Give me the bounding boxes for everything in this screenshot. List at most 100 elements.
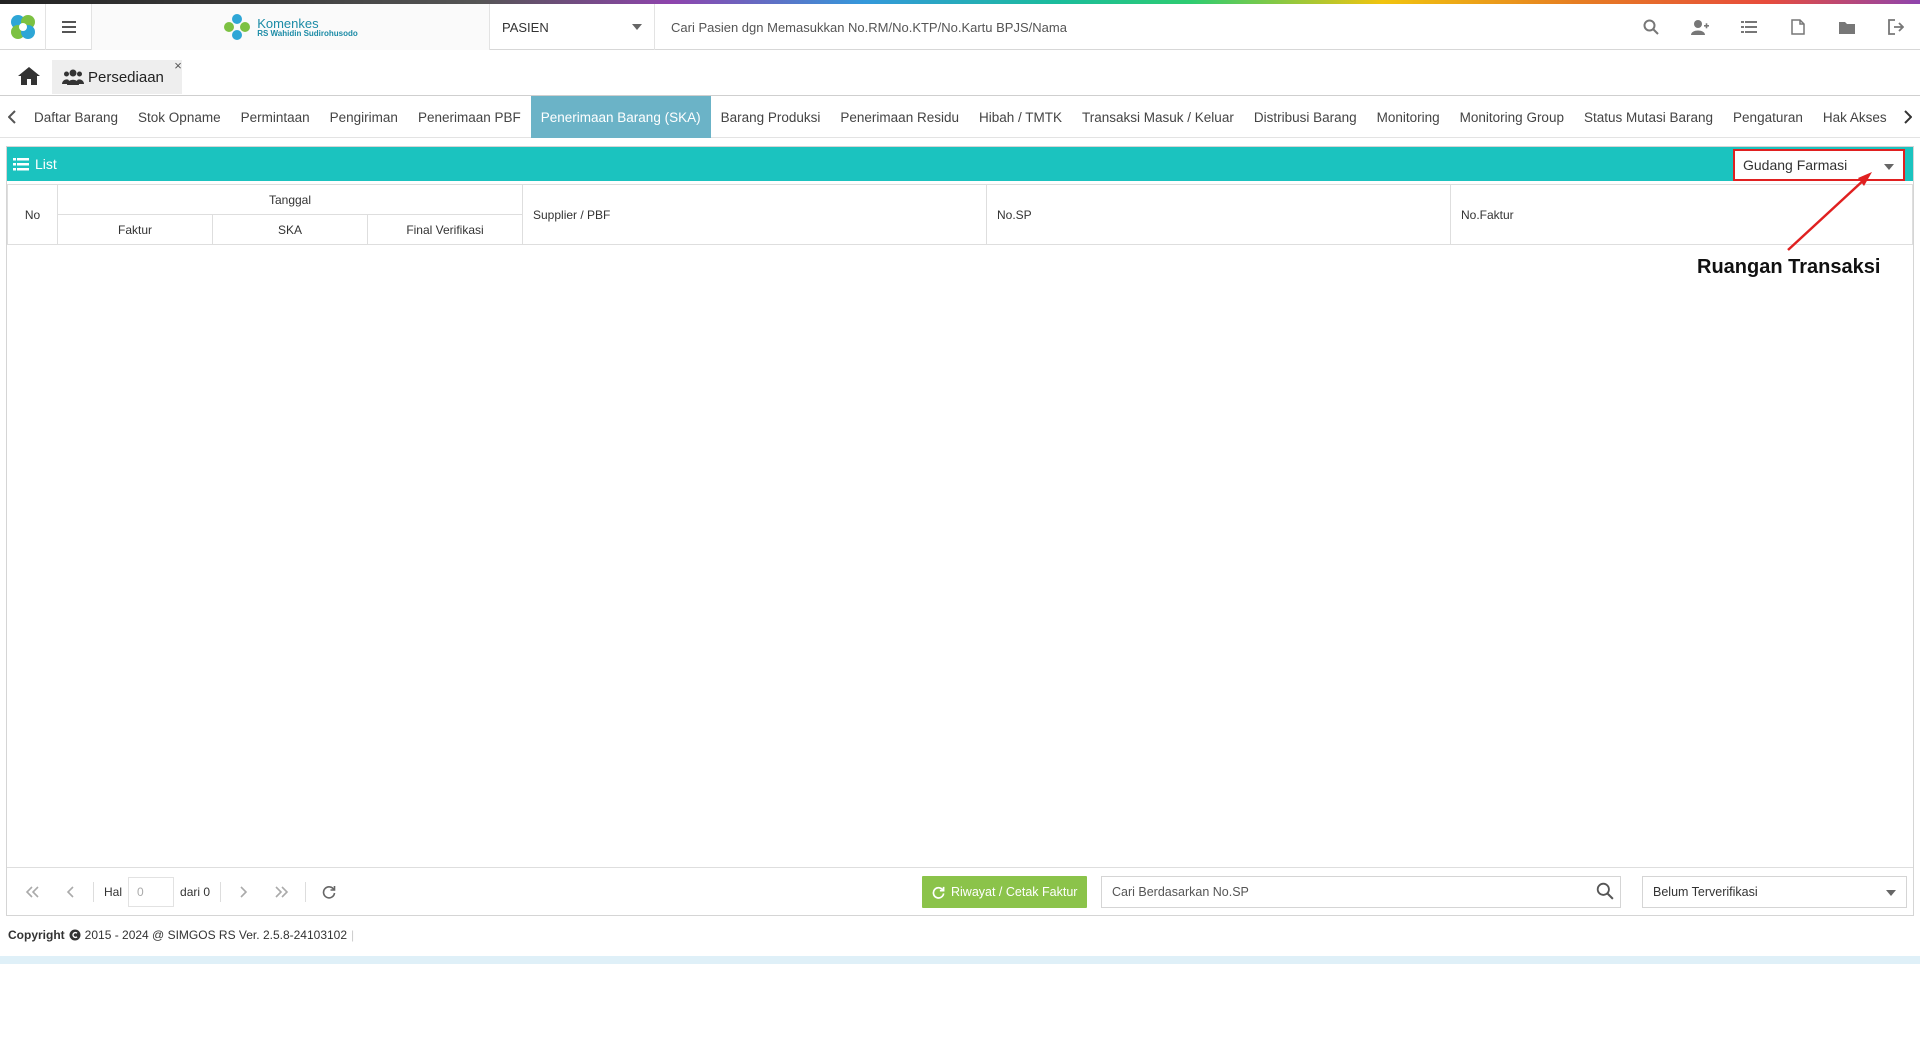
patient-type-select[interactable]: PASIEN — [490, 4, 655, 50]
search-button[interactable] — [1626, 4, 1675, 50]
menu-item[interactable]: Daftar Barang — [24, 96, 128, 138]
ruangan-value: Gudang Farmasi — [1743, 157, 1848, 173]
copyright-icon — [69, 929, 81, 941]
menu-item[interactable]: Monitoring Group — [1450, 96, 1574, 138]
refresh-icon — [932, 886, 945, 899]
menu-item[interactable]: Transaksi Masuk / Keluar — [1072, 96, 1244, 138]
col-ska[interactable]: SKA — [212, 214, 368, 245]
folder-icon — [1838, 22, 1855, 34]
chevron-left-icon — [8, 110, 16, 124]
menu-scroll-left-button[interactable] — [2, 96, 22, 138]
menu-item[interactable]: Hak Akses — [1813, 96, 1896, 138]
logout-icon — [1887, 19, 1904, 35]
page-total-label: dari 0 — [180, 884, 211, 899]
separator — [220, 881, 222, 902]
list-panel: List Gudang Farmasi No Tanggal Supplier … — [6, 146, 1914, 916]
ruangan-select[interactable]: Gudang Farmasi — [1733, 149, 1905, 181]
separator — [305, 881, 307, 902]
tab-persediaan[interactable]: Persediaan × — [52, 58, 182, 94]
user-plus-icon — [1690, 20, 1709, 35]
app-logo[interactable] — [0, 4, 46, 50]
search-icon — [1643, 19, 1659, 35]
page-input[interactable]: 0 — [128, 876, 175, 907]
refresh-icon — [322, 885, 336, 899]
last-page-button[interactable] — [263, 876, 301, 908]
menu-item[interactable]: Distribusi Barang — [1244, 96, 1367, 138]
page-label: Hal — [104, 884, 123, 899]
bottom-strip — [0, 956, 1920, 964]
double-chevron-right-icon — [275, 885, 289, 898]
double-chevron-left-icon — [25, 885, 39, 898]
menu-item[interactable]: Penerimaan PBF — [408, 96, 531, 138]
list-button[interactable] — [1724, 4, 1773, 50]
hamburger-icon — [61, 21, 76, 33]
col-supplier[interactable]: Supplier / PBF — [522, 184, 987, 245]
module-menu-bar: Daftar Barang Stok Opname Permintaan Pengir… — [0, 96, 1920, 138]
menu-item[interactable]: Permintaan — [231, 96, 320, 138]
page-input-value: 0 — [137, 884, 144, 899]
riwayat-cetak-faktur-button[interactable]: Riwayat / Cetak Faktur — [922, 876, 1088, 908]
first-page-button[interactable] — [13, 876, 51, 908]
patient-type-value: PASIEN — [502, 19, 549, 35]
list-panel-header: List Gudang Farmasi — [7, 147, 1913, 181]
pdf-button[interactable] — [1773, 4, 1822, 50]
top-header: Komenkes RS Wahidin Sudirohusodo PASIEN … — [0, 4, 1920, 50]
panel-title: List — [35, 156, 57, 172]
home-button[interactable] — [10, 60, 48, 92]
verification-status-value: Belum Terverifikasi — [1653, 885, 1758, 899]
search-icon[interactable] — [1596, 882, 1614, 900]
copyright-label: Copyright — [8, 928, 65, 942]
chevron-down-icon — [632, 24, 642, 30]
menu-item[interactable]: Pengaturan — [1723, 96, 1813, 138]
refresh-button[interactable] — [310, 876, 348, 908]
chevron-down-icon — [1884, 164, 1894, 170]
search-no-sp-input[interactable]: Cari Berdasarkan No.SP — [1101, 876, 1621, 908]
users-icon — [62, 69, 84, 85]
menu-item[interactable]: Stok Opname — [128, 96, 231, 138]
chevron-right-icon — [240, 885, 248, 898]
brand-banner: Komenkes RS Wahidin Sudirohusodo — [92, 4, 490, 50]
menu-scroll-right-button[interactable] — [1898, 96, 1918, 138]
app-tab-bar: Persediaan × — [0, 56, 1920, 96]
pagination-toolbar: Hal 0 dari 0 Riwayat / Cetak Faktur Cari… — [7, 867, 1913, 915]
col-no[interactable]: No — [7, 184, 58, 245]
separator — [93, 881, 94, 902]
menu-item[interactable]: Status Mutasi Barang — [1574, 96, 1723, 138]
menu-item[interactable]: Penerimaan Barang (SKA) — [530, 96, 711, 138]
col-tanggal: Tanggal — [57, 184, 523, 215]
annotation-label: Ruangan Transaksi — [1697, 256, 1881, 278]
col-no-sp[interactable]: No.SP — [986, 184, 1451, 245]
logout-button[interactable] — [1871, 4, 1920, 50]
footer: Copyright 2015 - 2024 @ SIMGOS RS Ver. 2… — [8, 928, 354, 942]
col-faktur[interactable]: Faktur — [57, 214, 213, 245]
home-icon — [18, 67, 40, 85]
folder-button[interactable] — [1822, 4, 1871, 50]
tab-persediaan-label: Persediaan — [88, 68, 164, 86]
patient-search-placeholder: Cari Pasien dgn Memasukkan No.RM/No.KTP/… — [671, 19, 1067, 35]
menu-item[interactable]: Hibah / TMTK — [969, 96, 1072, 138]
chevron-down-icon — [1886, 890, 1896, 896]
close-tab-icon[interactable]: × — [174, 58, 182, 73]
search-no-sp-placeholder: Cari Berdasarkan No.SP — [1112, 885, 1249, 899]
chevron-right-icon — [1904, 110, 1912, 124]
riwayat-button-label: Riwayat / Cetak Faktur — [951, 885, 1078, 899]
add-patient-button[interactable] — [1675, 4, 1724, 50]
menu-item[interactable]: Barang Produksi — [711, 96, 831, 138]
footer-separator: | — [351, 928, 355, 942]
next-page-button[interactable] — [225, 876, 263, 908]
pdf-icon — [1790, 19, 1805, 35]
col-no-faktur[interactable]: No.Faktur — [1450, 184, 1913, 245]
patient-search-input[interactable]: Cari Pasien dgn Memasukkan No.RM/No.KTP/… — [656, 4, 1616, 50]
hamburger-menu-button[interactable] — [46, 4, 92, 50]
menu-item[interactable]: Penerimaan Residu — [830, 96, 969, 138]
brand-subtitle: RS Wahidin Sudirohusodo — [257, 28, 358, 38]
list-icon — [1740, 21, 1757, 33]
brand-title: Komenkes — [257, 15, 319, 31]
verification-status-select[interactable]: Belum Terverifikasi — [1642, 876, 1907, 908]
chevron-left-icon — [66, 885, 74, 898]
menu-item[interactable]: Monitoring — [1367, 96, 1450, 138]
menu-item[interactable]: Pengiriman — [320, 96, 408, 138]
col-final-verifikasi[interactable]: Final Verifikasi — [367, 214, 523, 245]
copyright-text: 2015 - 2024 @ SIMGOS RS Ver. 2.5.8-24103… — [84, 928, 348, 942]
prev-page-button[interactable] — [51, 876, 89, 908]
